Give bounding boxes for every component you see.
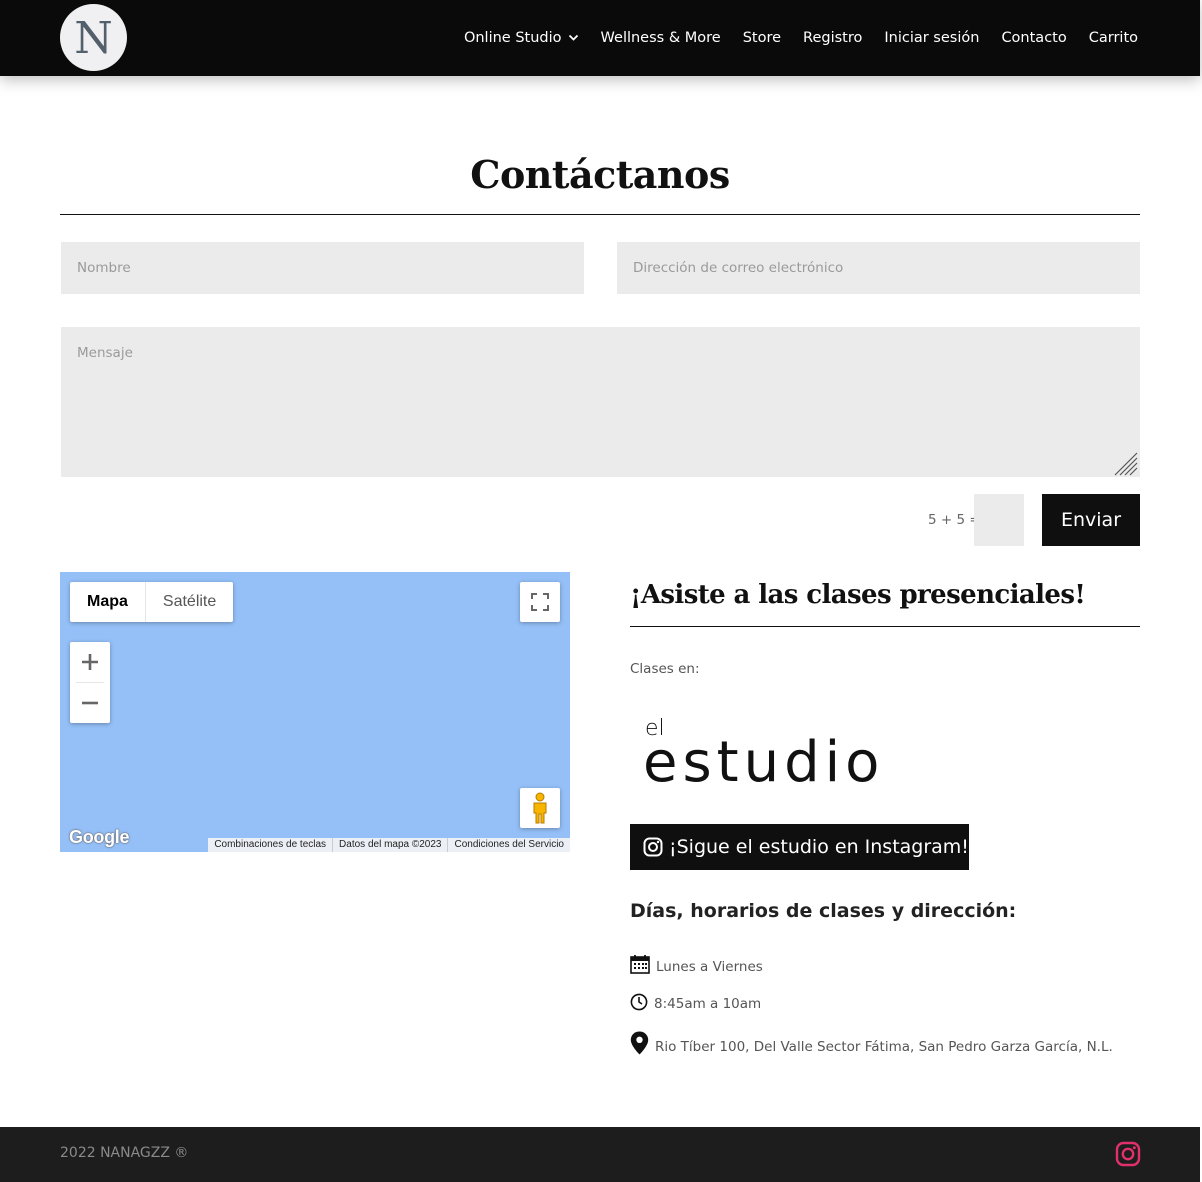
- terms-link[interactable]: Condiciones del Servicio: [447, 838, 570, 852]
- zoom-out-button[interactable]: [70, 683, 110, 723]
- captcha-label: 5 + 5 =: [928, 512, 981, 528]
- classes-at-label: Clases en:: [630, 661, 700, 677]
- schedule-heading: Días, horarios de clases y dirección:: [630, 900, 1017, 922]
- title-divider: [60, 214, 1140, 215]
- site-footer: 2022 NANAGZZ ®: [0, 1127, 1200, 1182]
- main-nav: Online Studio Wellness & More Store Regi…: [442, 0, 1138, 76]
- nav-item-wellness[interactable]: Wellness & More: [601, 30, 721, 46]
- pegman-icon: [533, 792, 547, 824]
- send-button[interactable]: Enviar: [1042, 494, 1140, 546]
- chevron-down-icon: [568, 34, 579, 42]
- nav-item-contacto[interactable]: Contacto: [1001, 30, 1066, 46]
- keyboard-shortcuts-link[interactable]: Combinaciones de teclas: [208, 838, 332, 852]
- resize-grip-icon[interactable]: [1112, 450, 1138, 476]
- minus-icon: [82, 701, 98, 705]
- fullscreen-button[interactable]: [520, 582, 560, 622]
- address-text: Rio Tíber 100, Del Valle Sector Fátima, …: [655, 1039, 1113, 1055]
- calendar-icon: [630, 954, 650, 974]
- footer-instagram-icon[interactable]: [1115, 1141, 1141, 1167]
- classes-divider: [630, 626, 1140, 627]
- google-map[interactable]: Mapa Satélite Google Combinaciones de te…: [60, 572, 570, 852]
- nav-item-registro[interactable]: Registro: [803, 30, 862, 46]
- message-textarea[interactable]: [61, 327, 1140, 477]
- logo-letter: N: [74, 12, 113, 64]
- fullscreen-icon: [531, 593, 549, 611]
- hours-row: 8:45am a 10am: [630, 992, 761, 1012]
- days-text: Lunes a Viernes: [656, 959, 763, 975]
- nav-item-label: Online Studio: [463, 30, 562, 46]
- nav-item-carrito[interactable]: Carrito: [1089, 30, 1138, 46]
- map-type-control: Mapa Satélite: [70, 582, 234, 622]
- el-estudio-logo: el estudio: [643, 716, 893, 796]
- zoom-in-button[interactable]: [70, 642, 110, 682]
- classes-heading: ¡Asiste a las clases presenciales!: [630, 580, 1086, 610]
- nav-item-online-studio[interactable]: Online Studio: [464, 30, 579, 46]
- site-header: N Online Studio Wellness & More Store Re…: [0, 0, 1200, 76]
- site-logo[interactable]: N: [60, 4, 127, 71]
- captcha-input[interactable]: [974, 494, 1024, 546]
- map-data-label: Datos del mapa ©2023: [332, 838, 447, 852]
- map-type-satellite-button[interactable]: Satélite: [146, 582, 233, 622]
- zoom-control: [70, 642, 110, 723]
- map-pin-icon: [630, 1031, 649, 1055]
- instagram-icon: [643, 837, 663, 857]
- email-input[interactable]: [617, 242, 1140, 294]
- studio-logo-big-text: estudio: [643, 730, 885, 795]
- nav-item-login[interactable]: Iniciar sesión: [884, 30, 979, 46]
- nav-item-store[interactable]: Store: [743, 30, 781, 46]
- street-view-button[interactable]: [520, 788, 560, 828]
- google-logo: Google: [69, 827, 130, 847]
- map-type-map-button[interactable]: Mapa: [70, 582, 146, 622]
- page-title: Contáctanos: [470, 152, 730, 197]
- days-row: Lunes a Viernes: [630, 953, 763, 975]
- instagram-button-label: ¡Sigue el estudio en Instagram!: [669, 836, 969, 858]
- map-footer: Combinaciones de teclas Datos del mapa ©…: [208, 838, 570, 852]
- copyright-text: 2022 NANAGZZ ®: [60, 1145, 189, 1161]
- instagram-studio-button[interactable]: ¡Sigue el estudio en Instagram!: [630, 824, 969, 870]
- address-row: Rio Tíber 100, Del Valle Sector Fátima, …: [630, 1031, 1113, 1055]
- plus-icon: [82, 654, 98, 670]
- name-input[interactable]: [61, 242, 584, 294]
- hours-text: 8:45am a 10am: [654, 996, 762, 1012]
- clock-icon: [630, 993, 648, 1011]
